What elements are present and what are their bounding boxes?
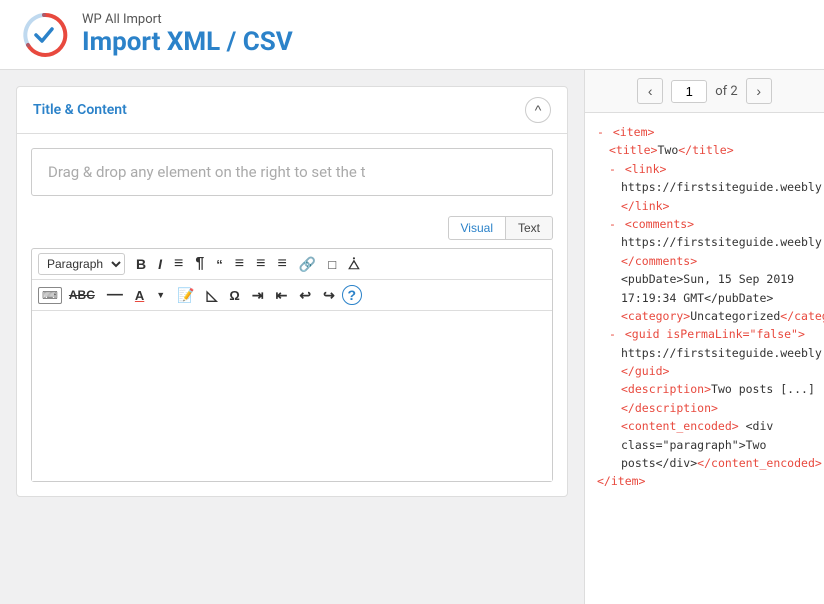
xml-line: </comments>	[597, 252, 812, 270]
header-title-block: WP All Import Import XML / CSV	[82, 12, 293, 57]
align-center-button[interactable]: ≡	[251, 253, 270, 275]
paste-button[interactable]: 📝	[172, 285, 199, 305]
collapse-button[interactable]: ^	[525, 97, 551, 123]
xml-line: 17:19:34 GMT</pubDate>	[597, 289, 812, 307]
xml-line: class="paragraph">Two	[597, 436, 812, 454]
ordered-list-button[interactable]: ¶	[190, 253, 209, 275]
indent-button[interactable]: ⇥	[247, 285, 269, 305]
header-main-title: Import XML / CSV	[82, 27, 293, 57]
xml-line: - <link>	[597, 160, 812, 178]
section-title: Title & Content	[33, 102, 127, 118]
xml-line: <pubDate>Sun, 15 Sep 2019	[597, 270, 812, 288]
font-color-button[interactable]: A	[130, 286, 149, 305]
xml-line: <category>Uncategorized</catego	[597, 307, 812, 325]
fullscreen-button[interactable]: ⧊	[343, 255, 365, 274]
xml-line: <title>Two</title>	[597, 141, 812, 159]
align-right-button[interactable]: ≡	[272, 253, 291, 275]
blockquote-button[interactable]: “	[211, 255, 228, 274]
xml-panel: ‹ of 2 › - <item> <title>Two</title> - <…	[584, 70, 824, 604]
redo-button[interactable]: ↪	[318, 285, 340, 305]
xml-line: https://firstsiteguide.weebly.com/r	[597, 233, 812, 251]
left-panel: Title & Content ^ Drag & drop any elemen…	[0, 70, 584, 604]
font-color-arrow[interactable]: ▼	[151, 288, 170, 303]
editor-tabs: Visual Text	[17, 210, 567, 240]
undo-button[interactable]: ↩	[294, 285, 316, 305]
prev-page-button[interactable]: ‹	[637, 78, 663, 104]
eraser-button[interactable]: ◺	[202, 285, 223, 305]
align-left-button[interactable]: ≡	[230, 253, 249, 275]
unordered-list-button[interactable]: ≡	[169, 253, 188, 275]
hr-button[interactable]: —	[102, 284, 128, 306]
italic-button[interactable]: I	[153, 254, 167, 274]
xml-line: - <comments>	[597, 215, 812, 233]
tag-item: <item>	[613, 125, 655, 139]
page-of-label: of 2	[715, 84, 737, 99]
xml-line: </item>	[597, 472, 812, 490]
link-button[interactable]: 🔗	[294, 254, 321, 274]
toolbar-row2: ⌨ ABC — A ▼ 📝 ◺ Ω ⇥ ⇤ ↩ ↪ ?	[32, 280, 552, 311]
xml-line: </link>	[597, 197, 812, 215]
title-content-section: Title & Content ^ Drag & drop any elemen…	[16, 86, 568, 497]
xml-line: - <item>	[597, 123, 812, 141]
drag-drop-area: Drag & drop any element on the right to …	[31, 148, 553, 196]
bold-button[interactable]: B	[131, 254, 151, 274]
page-input[interactable]	[671, 80, 707, 103]
xml-nav: ‹ of 2 ›	[585, 70, 824, 113]
bullet-icon: -	[597, 125, 604, 139]
next-page-button[interactable]: ›	[746, 78, 772, 104]
table-button[interactable]: □	[323, 255, 341, 274]
xml-line: <description>Two posts [...]	[597, 380, 812, 398]
xml-line: https://firstsiteguide.weebly.com/r	[597, 178, 812, 196]
editor-container: Paragraph B I ≡ ¶ “ ≡ ≡ ≡ 🔗 □ ⧊ ⌨	[31, 248, 553, 482]
section-header: Title & Content ^	[17, 87, 567, 134]
special-chars-button[interactable]: Ω	[224, 286, 244, 305]
paragraph-select[interactable]: Paragraph	[38, 253, 125, 275]
header: WP All Import Import XML / CSV	[0, 0, 824, 70]
outdent-button[interactable]: ⇤	[271, 285, 293, 305]
xml-line: posts</div></content_encoded>	[597, 454, 812, 472]
keyboard-icon: ⌨	[38, 287, 62, 304]
header-subtitle: WP All Import	[82, 12, 293, 27]
tab-text[interactable]: Text	[506, 216, 553, 240]
tab-visual[interactable]: Visual	[448, 216, 506, 240]
logo	[20, 11, 68, 59]
main-layout: Title & Content ^ Drag & drop any elemen…	[0, 70, 824, 604]
xml-content: - <item> <title>Two</title> - <link> htt…	[585, 113, 824, 604]
strikethrough-button[interactable]: ABC	[64, 286, 100, 304]
help-button[interactable]: ?	[342, 285, 362, 305]
editor-body[interactable]	[32, 311, 552, 481]
toolbar-row1: Paragraph B I ≡ ¶ “ ≡ ≡ ≡ 🔗 □ ⧊	[32, 249, 552, 280]
xml-line: <content_encoded> <div	[597, 417, 812, 435]
xml-line: - <guid isPermaLink="false">	[597, 325, 812, 343]
drag-drop-placeholder: Drag & drop any element on the right to …	[48, 163, 365, 181]
xml-line: </description>	[597, 399, 812, 417]
xml-line: </guid>	[597, 362, 812, 380]
xml-line: https://firstsiteguide.weebly.com/r	[597, 344, 812, 362]
